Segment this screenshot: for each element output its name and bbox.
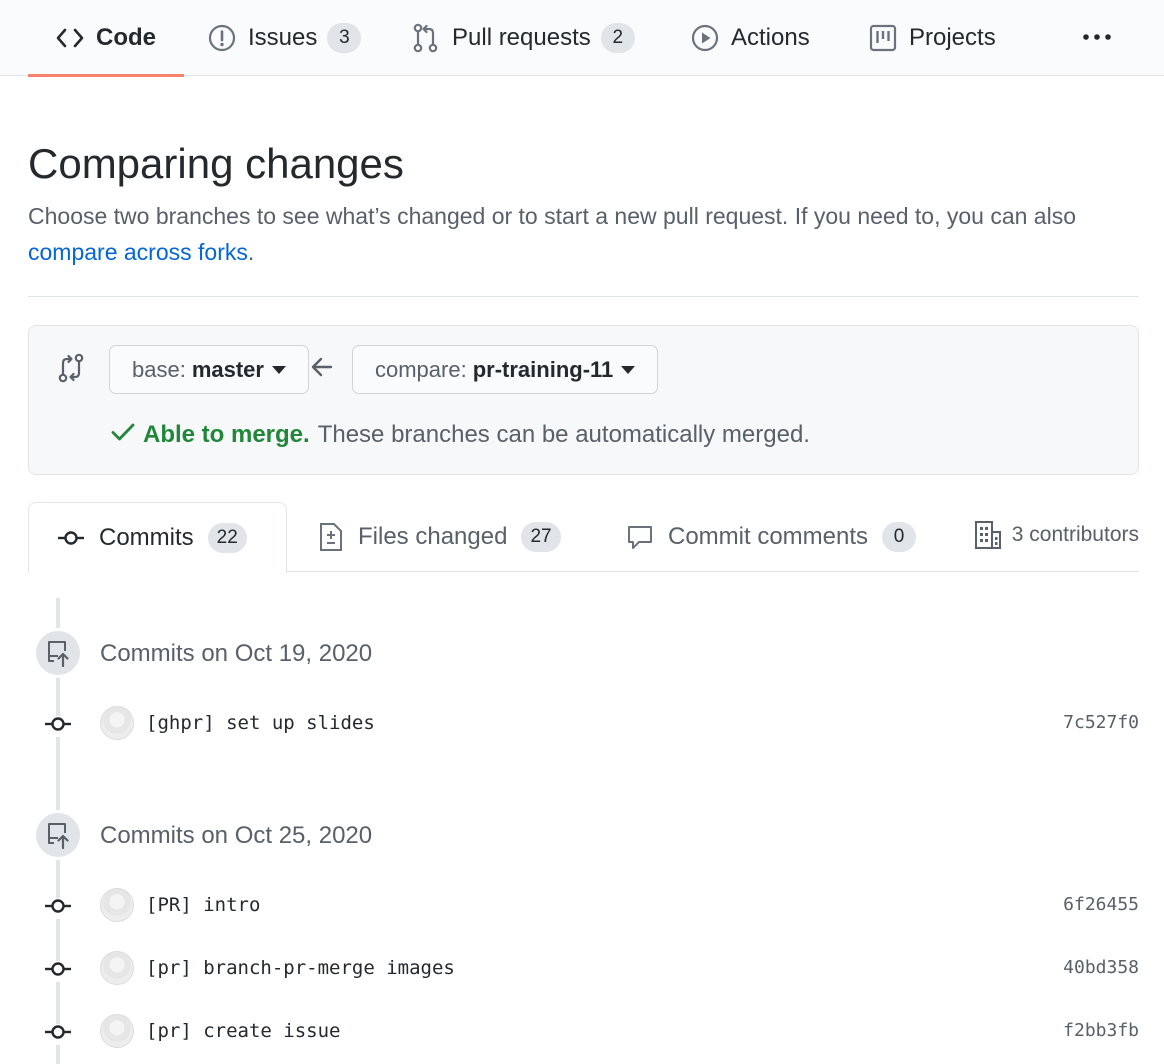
files-changed-count: 27 — [521, 522, 561, 552]
description-suffix: . — [247, 239, 255, 265]
commit-message[interactable]: [pr] branch-pr-merge images — [146, 957, 455, 979]
git-commit-icon — [44, 961, 72, 982]
contributors-label: 3 contributors — [1011, 523, 1139, 546]
tab-code-label: Code — [96, 24, 156, 51]
commit-comments-count: 0 — [882, 522, 917, 552]
tab-projects[interactable]: Projects — [869, 0, 996, 76]
commit-sha[interactable]: f2bb3fb — [1063, 1020, 1139, 1041]
repo-nav: Code Issues 3 Pull requests 2 Actions Pr… — [0, 0, 1164, 77]
commit-sha[interactable]: 40bd358 — [1063, 957, 1139, 978]
git-commit-icon — [44, 716, 72, 737]
compare-across-forks-link[interactable]: compare across forks — [28, 239, 248, 265]
comment-icon — [626, 523, 654, 551]
git-commit-icon — [57, 530, 85, 546]
git-commit-icon — [44, 1024, 72, 1045]
pull-requests-count: 2 — [600, 23, 635, 53]
tab-issues[interactable]: Issues 3 — [208, 0, 362, 76]
tab-actions[interactable]: Actions — [691, 0, 810, 76]
commit-group-title: Commits on Oct 25, 2020 — [100, 822, 373, 849]
tab-actions-label: Actions — [731, 24, 810, 51]
base-branch-value: master — [191, 356, 264, 382]
merge-status: Able to merge. These branches can be aut… — [111, 421, 810, 449]
commit-row: [pr] create issue f2bb3fb — [0, 1012, 1164, 1052]
compare-tabs: Commits 22 Files changed 27 Commit comme… — [28, 502, 1139, 573]
avatar[interactable] — [100, 888, 134, 922]
git-compare-icon — [57, 353, 85, 388]
avatar[interactable] — [100, 951, 134, 985]
code-icon — [56, 27, 84, 49]
tab-files-changed[interactable]: Files changed 27 — [318, 502, 561, 572]
tab-commit-comments[interactable]: Commit comments 0 — [626, 502, 917, 572]
tab-commits-label: Commits — [99, 523, 194, 551]
more-tabs-button[interactable] — [1080, 22, 1114, 52]
play-icon — [691, 24, 719, 52]
merge-ok-label: Able to merge. — [143, 421, 310, 448]
page-title: Comparing changes — [28, 140, 404, 187]
tab-commits[interactable]: Commits 22 — [28, 502, 287, 573]
issue-opened-icon — [208, 24, 236, 52]
tab-code[interactable]: Code — [28, 0, 184, 77]
avatar[interactable] — [100, 1014, 134, 1048]
caret-down-icon — [271, 365, 286, 374]
tab-files-changed-label: Files changed — [358, 523, 508, 550]
commit-message[interactable]: [ghpr] set up slides — [146, 712, 375, 734]
compare-branch-select[interactable]: compare: pr-training-11 — [352, 345, 659, 394]
git-pull-request-icon — [412, 23, 440, 53]
kebab-horizontal-icon — [1082, 28, 1112, 46]
project-icon — [869, 24, 897, 52]
compare-branch-value: pr-training-11 — [472, 356, 614, 382]
push-icon — [33, 810, 83, 860]
range-editor: base: master compare: pr-training-11 Abl… — [28, 325, 1139, 475]
push-icon — [33, 628, 83, 678]
commit-group-title: Commits on Oct 19, 2020 — [100, 640, 373, 667]
compare-branch-label: compare: — [375, 356, 467, 382]
commit-row: [ghpr] set up slides 7c527f0 — [0, 704, 1164, 744]
tab-issues-label: Issues — [248, 24, 318, 51]
commits-count: 22 — [207, 522, 247, 553]
commit-sha[interactable]: 7c527f0 — [1063, 712, 1139, 733]
avatar[interactable] — [100, 706, 134, 740]
arrow-left-icon — [310, 356, 334, 383]
commit-row: [pr] branch-pr-merge images 40bd358 — [0, 949, 1164, 989]
base-branch-select[interactable]: base: master — [109, 345, 309, 394]
commit-row: [PR] intro 6f26455 — [0, 886, 1164, 926]
commit-sha[interactable]: 6f26455 — [1063, 894, 1139, 915]
contributors-link[interactable]: 3 contributors — [974, 520, 1139, 550]
page-description: Choose two branches to see what’s change… — [28, 198, 1143, 270]
tab-pull-requests[interactable]: Pull requests 2 — [412, 0, 635, 76]
divider — [28, 296, 1139, 297]
caret-down-icon — [621, 365, 636, 374]
tab-pull-requests-label: Pull requests — [452, 24, 591, 51]
commit-message[interactable]: [pr] create issue — [146, 1020, 340, 1042]
issues-count: 3 — [327, 23, 362, 53]
commit-message[interactable]: [PR] intro — [146, 894, 260, 916]
file-diff-icon — [318, 522, 344, 552]
git-commit-icon — [44, 898, 72, 919]
base-branch-label: base: — [132, 356, 186, 382]
organization-icon — [974, 520, 1002, 550]
tab-commit-comments-label: Commit comments — [668, 523, 869, 550]
check-icon — [111, 421, 135, 449]
merge-status-text: These branches can be automatically merg… — [317, 421, 810, 448]
tab-projects-label: Projects — [909, 24, 996, 51]
description-text: Choose two branches to see what’s change… — [28, 203, 1076, 229]
